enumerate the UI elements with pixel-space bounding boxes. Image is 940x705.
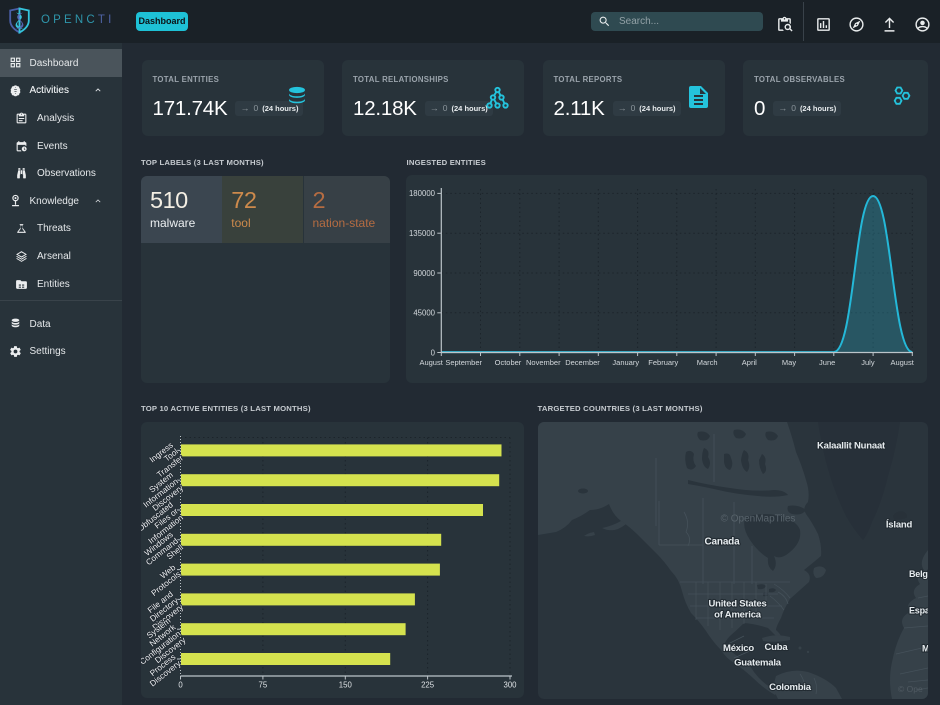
svg-text:October: October [494, 358, 521, 367]
svg-text:Belgique: Belgique [909, 569, 928, 579]
svg-text:Ísland: Ísland [885, 519, 912, 530]
svg-text:of America: of America [714, 609, 762, 620]
svg-text:March: March [696, 358, 717, 367]
svg-text:Canada: Canada [704, 536, 740, 547]
svg-text:135000: 135000 [409, 229, 436, 238]
svg-text:0: 0 [178, 680, 183, 689]
svg-text:November: November [526, 358, 561, 367]
svg-text:August: August [890, 358, 914, 367]
svg-text:June: June [819, 358, 835, 367]
svg-text:Mali: Mali [922, 643, 928, 653]
svg-text:July: July [861, 358, 875, 367]
svg-text:December: December [565, 358, 600, 367]
svg-text:75: 75 [259, 680, 268, 689]
svg-text:United States: United States [708, 598, 766, 609]
svg-text:August: August [419, 358, 443, 367]
svg-text:225: 225 [421, 680, 435, 689]
svg-text:México: México [722, 643, 753, 654]
svg-text:90000: 90000 [413, 269, 435, 278]
svg-text:0: 0 [430, 348, 435, 357]
svg-text:May: May [782, 358, 796, 367]
svg-text:April: April [741, 358, 756, 367]
svg-text:Guatemala: Guatemala [734, 657, 782, 668]
svg-text:España: España [909, 605, 928, 615]
svg-text:Cuba: Cuba [764, 642, 788, 653]
svg-text:150: 150 [339, 680, 353, 689]
svg-text:© Ope: © Ope [898, 684, 923, 694]
svg-text:February: February [648, 358, 678, 367]
svg-text:180000: 180000 [409, 189, 436, 198]
svg-text:© OpenMapTiles: © OpenMapTiles [720, 513, 795, 524]
svg-text:Kalaallit Nunaat: Kalaallit Nunaat [816, 440, 885, 451]
svg-text:January: January [612, 358, 639, 367]
svg-text:45000: 45000 [413, 309, 435, 318]
svg-text:September: September [445, 358, 482, 367]
svg-text:Colombia: Colombia [769, 682, 812, 693]
svg-text:300: 300 [503, 680, 517, 689]
